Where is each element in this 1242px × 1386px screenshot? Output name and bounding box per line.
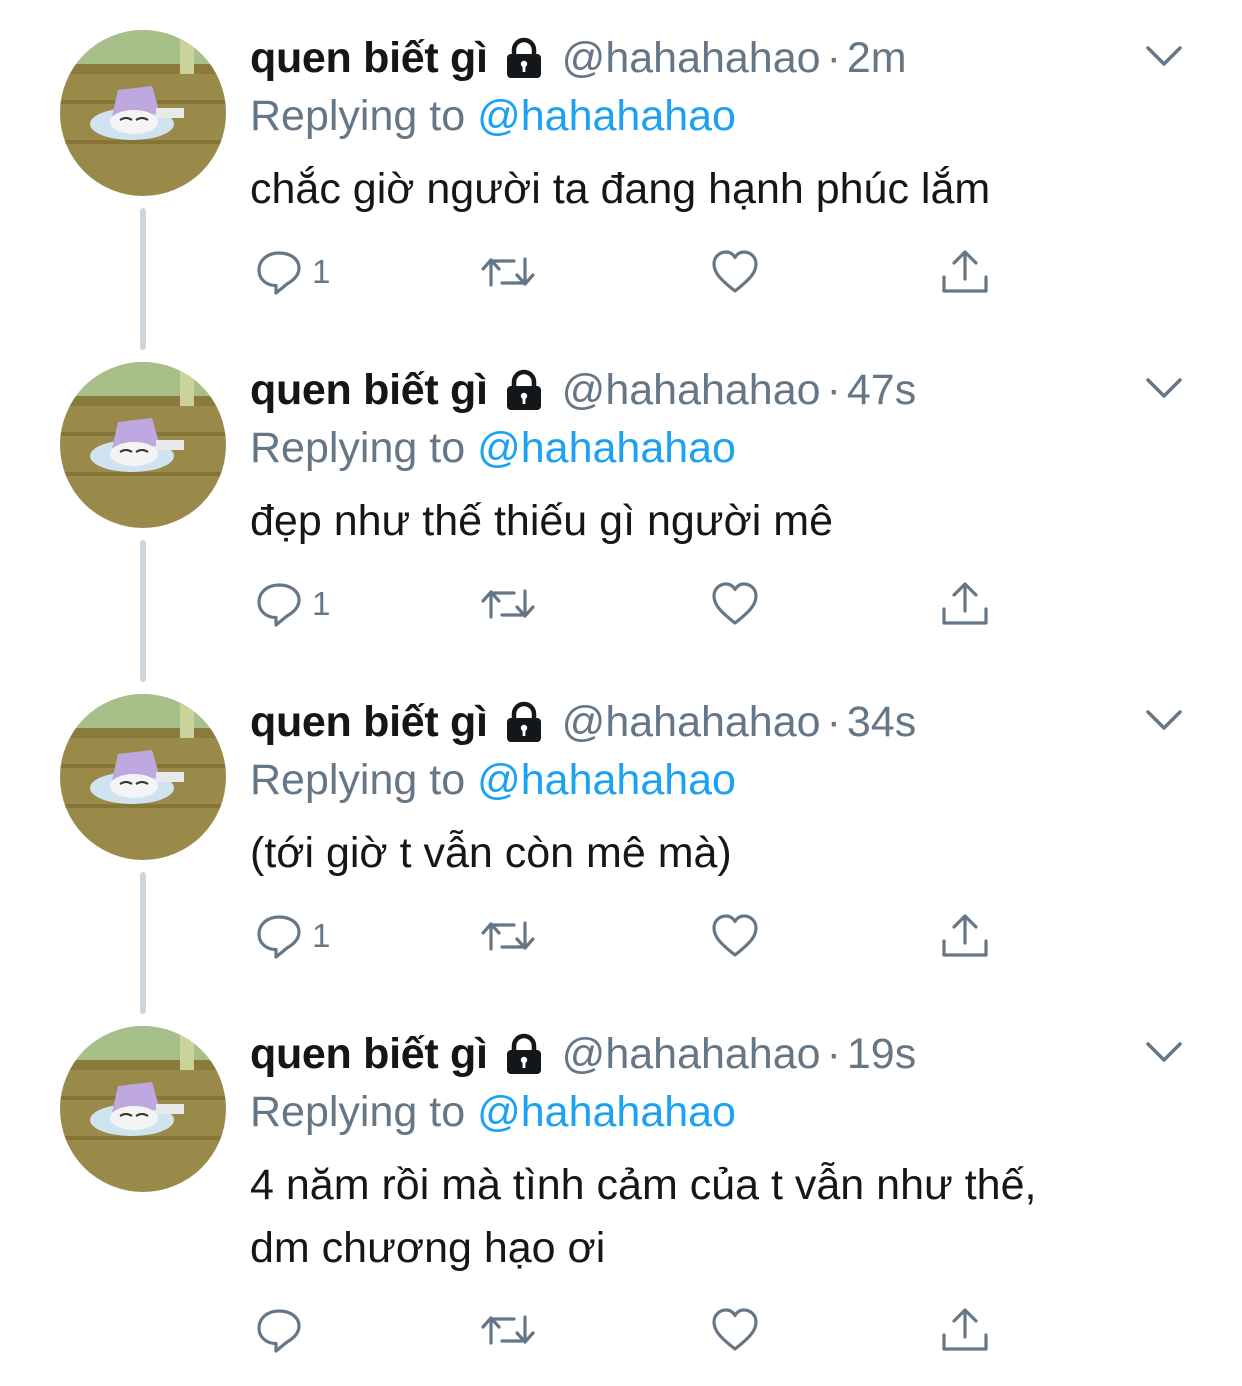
separator-dot: · — [826, 1029, 841, 1078]
share-button[interactable] — [940, 576, 990, 632]
reply-icon — [257, 1309, 301, 1353]
tweet-text-line: đẹp như thế thiếu gì người mê — [250, 497, 834, 545]
separator-dot: · — [826, 33, 841, 82]
tweet-actions: 1 — [0, 908, 1242, 964]
replying-to-label: Replying to — [250, 92, 466, 140]
avatar[interactable] — [60, 362, 226, 528]
timestamp[interactable]: 2m — [847, 34, 907, 83]
timestamp[interactable]: 34s — [847, 698, 916, 747]
retweet-button[interactable] — [480, 244, 536, 300]
reply-button[interactable]: 1 — [254, 244, 330, 300]
retweet-button[interactable] — [480, 576, 536, 632]
tweet-text: 4 năm rồi mà tình cảm của t vẫn như thế,… — [250, 1154, 1190, 1280]
lock-icon — [506, 37, 541, 78]
separator-dot: · — [826, 365, 841, 414]
heart-icon — [712, 1308, 758, 1351]
separator-dot: · — [826, 697, 841, 746]
replying-to-label: Replying to — [250, 756, 466, 804]
avatar[interactable] — [60, 30, 226, 196]
share-icon — [942, 250, 988, 293]
lock-icon — [506, 1033, 541, 1074]
timestamp[interactable]: 47s — [847, 366, 916, 415]
replying-to: Replying to @hahahahao — [250, 92, 736, 141]
handle[interactable]: @hahahahao — [562, 1030, 821, 1079]
timestamp[interactable]: 19s — [847, 1030, 916, 1079]
tweet-text: đẹp như thế thiếu gì người mê — [250, 490, 1190, 553]
reply-icon — [257, 583, 301, 627]
like-button[interactable] — [710, 244, 760, 300]
replying-to-label: Replying to — [250, 424, 466, 472]
share-icon — [942, 582, 988, 625]
avatar-image — [60, 362, 226, 528]
reply-count: 1 — [312, 585, 331, 622]
avatar[interactable] — [60, 694, 226, 860]
reply-icon — [257, 915, 301, 959]
tweet-actions: 1 — [0, 576, 1242, 632]
chevron-down-icon[interactable] — [1142, 1036, 1186, 1068]
reply-button[interactable]: 1 — [254, 576, 330, 632]
avatar-image — [60, 694, 226, 860]
share-button[interactable] — [940, 1302, 990, 1358]
heart-icon — [712, 914, 758, 957]
tweet-header: quen biết gì @hahahahao · 34s — [250, 694, 916, 750]
reply-button[interactable] — [254, 1302, 312, 1358]
chevron-down-icon[interactable] — [1142, 372, 1186, 404]
retweet-icon — [481, 921, 535, 951]
like-button[interactable] — [710, 908, 760, 964]
avatar-image — [60, 30, 226, 196]
like-button[interactable] — [710, 576, 760, 632]
avatar[interactable] — [60, 1026, 226, 1192]
tweet-header: quen biết gì @hahahahao · 47s — [250, 362, 916, 418]
display-name[interactable]: quen biết gì — [250, 698, 488, 747]
reply-icon — [257, 251, 301, 295]
chevron-down-icon[interactable] — [1142, 704, 1186, 736]
tweet-text-line: (tới giờ t vẫn còn mê mà) — [250, 829, 732, 877]
tweet-text-line: dm chương hạo ơi — [250, 1224, 606, 1272]
tweet-header: quen biết gì @hahahahao · 19s — [250, 1026, 916, 1082]
tweet-text-line: 4 năm rồi mà tình cảm của t vẫn như thế, — [250, 1161, 1037, 1209]
share-icon — [942, 1308, 988, 1351]
tweet-actions: 1 — [0, 244, 1242, 300]
retweet-button[interactable] — [480, 1302, 536, 1358]
handle[interactable]: @hahahahao — [562, 34, 821, 83]
replying-to-label: Replying to — [250, 1088, 466, 1136]
avatar-image — [60, 1026, 226, 1192]
tweet-header: quen biết gì @hahahahao · 2m — [250, 30, 907, 86]
share-button[interactable] — [940, 908, 990, 964]
tweet-text: (tới giờ t vẫn còn mê mà) — [250, 822, 1190, 885]
reply-count: 1 — [312, 253, 331, 290]
handle[interactable]: @hahahahao — [562, 698, 821, 747]
retweet-icon — [481, 257, 535, 287]
lock-icon — [506, 701, 541, 742]
retweet-button[interactable] — [480, 908, 536, 964]
handle[interactable]: @hahahahao — [562, 366, 821, 415]
replying-to-handle-link[interactable]: @hahahahao — [477, 92, 736, 140]
tweet-text: chắc giờ người ta đang hạnh phúc lắm — [250, 158, 1190, 221]
replying-to: Replying to @hahahahao — [250, 756, 736, 805]
display-name[interactable]: quen biết gì — [250, 366, 488, 415]
replying-to: Replying to @hahahahao — [250, 1088, 736, 1137]
tweet-text-line: chắc giờ người ta đang hạnh phúc lắm — [250, 165, 991, 213]
heart-icon — [712, 582, 758, 625]
replying-to-handle-link[interactable]: @hahahahao — [477, 756, 736, 804]
heart-icon — [712, 250, 758, 293]
share-icon — [942, 914, 988, 957]
display-name[interactable]: quen biết gì — [250, 34, 488, 83]
reply-button[interactable]: 1 — [254, 908, 330, 964]
reply-count: 1 — [312, 917, 331, 954]
thread: quen biết gì @hahahahao · 2m Replying to… — [0, 0, 1242, 1386]
replying-to-handle-link[interactable]: @hahahahao — [477, 1088, 736, 1136]
lock-icon — [506, 369, 541, 410]
retweet-icon — [481, 589, 535, 619]
share-button[interactable] — [940, 244, 990, 300]
display-name[interactable]: quen biết gì — [250, 1030, 488, 1079]
retweet-icon — [481, 1315, 535, 1345]
chevron-down-icon[interactable] — [1142, 40, 1186, 72]
replying-to: Replying to @hahahahao — [250, 424, 736, 473]
like-button[interactable] — [710, 1302, 760, 1358]
replying-to-handle-link[interactable]: @hahahahao — [477, 424, 736, 472]
tweet-actions — [0, 1302, 1242, 1358]
